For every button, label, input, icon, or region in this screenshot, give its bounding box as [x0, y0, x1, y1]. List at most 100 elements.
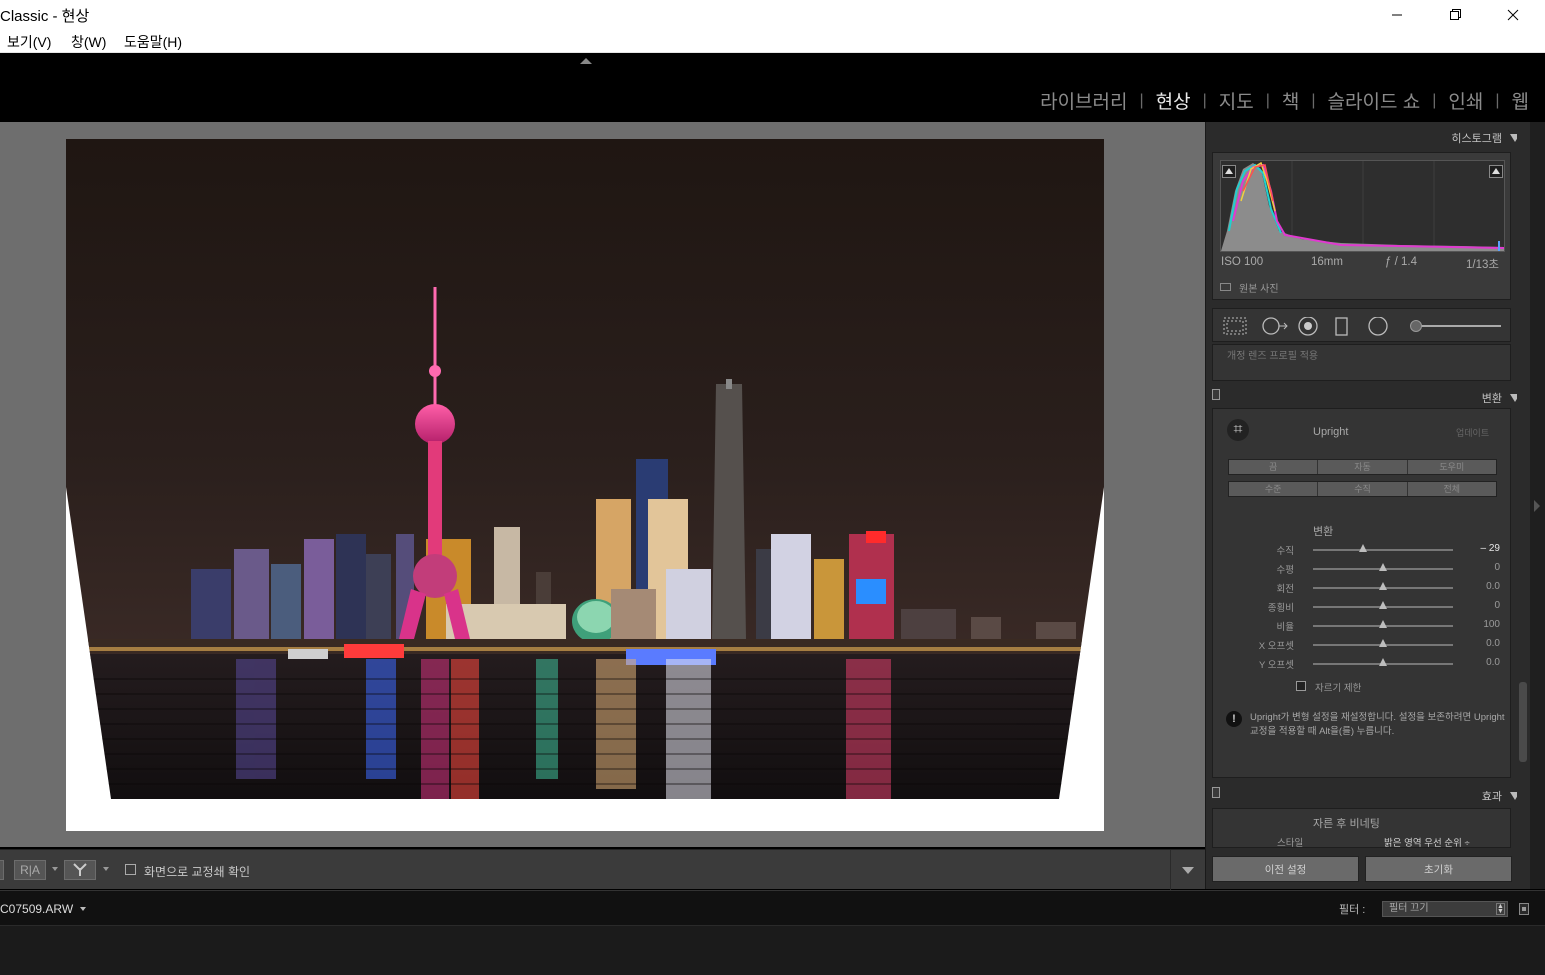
- radial-filter-icon[interactable]: [1367, 317, 1389, 337]
- module-tab-4[interactable]: 슬라이드 쇼: [1328, 87, 1421, 114]
- filter-lock-icon[interactable]: [1519, 903, 1529, 915]
- module-separator: |: [1432, 91, 1437, 109]
- slider-value[interactable]: 0.0: [1486, 581, 1500, 592]
- previous-settings-button[interactable]: 이전 설정: [1212, 856, 1359, 882]
- before-after-dropdown-icon[interactable]: [52, 867, 58, 871]
- module-tab-2[interactable]: 지도: [1219, 87, 1254, 114]
- transform-section-title: 변환: [1313, 526, 1334, 538]
- upright-full-button[interactable]: 전체: [1407, 482, 1496, 496]
- slider-value[interactable]: 0: [1494, 600, 1500, 611]
- filter-select[interactable]: 필터 끄기 ▲ ▼: [1382, 901, 1508, 917]
- slider-label: 종횡비: [1267, 603, 1294, 614]
- soft-proofing-checkbox[interactable]: [125, 864, 136, 875]
- swap-before-after-button[interactable]: [64, 860, 96, 880]
- effects-panel-switch[interactable]: [1212, 787, 1220, 798]
- slider-label: 회전: [1276, 584, 1294, 595]
- maximize-icon[interactable]: [1426, 0, 1484, 29]
- upright-guided-button[interactable]: 도우미: [1407, 460, 1496, 474]
- right-panel-scrollbar[interactable]: [1517, 122, 1529, 889]
- brush-slider-track[interactable]: [1413, 325, 1501, 327]
- constrain-crop-checkbox[interactable]: [1296, 681, 1306, 691]
- scrollbar-thumb[interactable]: [1519, 682, 1527, 762]
- slider-knob[interactable]: [1379, 563, 1387, 571]
- toolbar-content-menu[interactable]: [1170, 850, 1205, 890]
- graduated-filter-icon[interactable]: [1335, 317, 1349, 337]
- slider-knob[interactable]: [1379, 582, 1387, 590]
- module-tab-0[interactable]: 라이브러리: [1040, 87, 1127, 114]
- vignette-style-select[interactable]: 밝은 영역 우선 순위 ÷: [1384, 835, 1470, 849]
- close-icon[interactable]: [1484, 0, 1542, 29]
- filmstrip-header: C07509.ARW 필터 : 필터 끄기 ▲ ▼: [0, 890, 1545, 925]
- module-tab-1[interactable]: 현상: [1156, 87, 1191, 114]
- update-button[interactable]: 업데이트: [1456, 426, 1489, 439]
- constrain-crop-label: 자르기 제한: [1315, 683, 1362, 694]
- before-after-button[interactable]: R|A: [14, 860, 46, 880]
- transform-panel-switch[interactable]: [1212, 389, 1220, 400]
- filename-label[interactable]: C07509.ARW: [0, 902, 73, 916]
- slider-value[interactable]: 0.0: [1486, 638, 1500, 649]
- upright-vertical-button[interactable]: 수직: [1318, 482, 1408, 496]
- guided-upright-tool-icon[interactable]: ⌗: [1227, 419, 1249, 441]
- transform-title: 변환: [1481, 393, 1502, 405]
- slider-value[interactable]: – 29: [1481, 543, 1500, 554]
- upright-buttons-row2: 수준 수직 전체: [1228, 481, 1497, 497]
- slider-knob[interactable]: [1379, 620, 1387, 628]
- transform-slider-row: 회전 0.0: [1213, 579, 1512, 598]
- original-photo-label: 원본 사진: [1239, 284, 1279, 295]
- slider-knob[interactable]: [1379, 639, 1387, 647]
- slider-track[interactable]: [1313, 549, 1453, 551]
- red-eye-icon[interactable]: [1298, 317, 1318, 337]
- upright-level-button[interactable]: 수준: [1229, 482, 1319, 496]
- slider-value[interactable]: 0.0: [1486, 657, 1500, 668]
- focal-length-value: 16mm: [1311, 256, 1343, 268]
- effects-header[interactable]: 효과: [1482, 788, 1520, 804]
- histogram-header[interactable]: 히스토그램: [1451, 130, 1520, 146]
- upright-warning-text: Upright가 변형 설정을 재설정합니다. 설정을 보존하려면 Uprigh…: [1250, 712, 1505, 737]
- module-tab-3[interactable]: 책: [1282, 87, 1299, 114]
- transform-slider-row: X 오프셋 0.0: [1213, 636, 1512, 655]
- module-tab-5[interactable]: 인쇄: [1448, 87, 1483, 114]
- module-tab-6[interactable]: 웹: [1512, 87, 1529, 114]
- transform-slider-row: 수평 0: [1213, 560, 1512, 579]
- filmstrip[interactable]: [0, 925, 1545, 975]
- slider-knob[interactable]: [1379, 601, 1387, 609]
- lens-profile-hint: 개정 렌즈 프로필 적용: [1227, 351, 1319, 362]
- collapse-top-panel-icon[interactable]: [580, 58, 592, 64]
- toolbar-menu-icon: [1182, 867, 1194, 874]
- expand-right-panel-icon[interactable]: [1534, 500, 1540, 512]
- minimize-icon[interactable]: [1368, 0, 1426, 29]
- menu-window[interactable]: 창(W): [71, 32, 106, 52]
- module-separator: |: [1139, 91, 1144, 109]
- original-photo-checkbox[interactable]: [1220, 283, 1231, 291]
- shadow-clipping-icon[interactable]: [1222, 165, 1236, 178]
- aperture-value: ƒ / 1.4: [1385, 256, 1417, 268]
- filename-dropdown-icon[interactable]: [80, 907, 86, 911]
- photo-toolbar: R|A 화면으로 교정쇄 확인: [0, 849, 1205, 890]
- spot-removal-icon[interactable]: [1261, 317, 1291, 335]
- menu-help[interactable]: 도움말(H): [124, 32, 182, 52]
- slider-knob[interactable]: [1379, 658, 1387, 666]
- soft-proofing-label: 화면으로 교정쇄 확인: [144, 865, 251, 879]
- filter-label: 필터 :: [1339, 904, 1366, 916]
- slider-value[interactable]: 0: [1494, 562, 1500, 573]
- upright-off-button[interactable]: 끔: [1229, 460, 1319, 474]
- transform-header[interactable]: 변환: [1482, 390, 1520, 406]
- right-panel-edge[interactable]: [1530, 122, 1545, 889]
- upright-auto-button[interactable]: 자동: [1318, 460, 1408, 474]
- photo-canvas[interactable]: [0, 122, 1205, 847]
- swap-dropdown-icon[interactable]: [103, 867, 109, 871]
- slider-knob[interactable]: [1359, 544, 1368, 552]
- menu-bar: 보기(V) 창(W) 도움말(H): [0, 29, 1545, 53]
- menu-view[interactable]: 보기(V): [7, 32, 51, 52]
- slider-label: 비율: [1276, 622, 1294, 633]
- histogram-panel: ISO 100 16mm ƒ / 1.4 1/13초 원본 사진: [1212, 152, 1511, 300]
- slider-value[interactable]: 100: [1483, 619, 1500, 630]
- loupe-view-button[interactable]: [0, 860, 4, 880]
- photo-image: [66, 139, 1104, 831]
- highlight-clipping-icon[interactable]: [1489, 165, 1503, 178]
- histogram-graph[interactable]: [1220, 160, 1505, 252]
- adjustment-brush-icon[interactable]: [1410, 320, 1422, 332]
- select-arrows-icon: ▲ ▼: [1496, 903, 1505, 915]
- crop-overlay-icon[interactable]: [1223, 317, 1247, 335]
- reset-button[interactable]: 초기화: [1365, 856, 1512, 882]
